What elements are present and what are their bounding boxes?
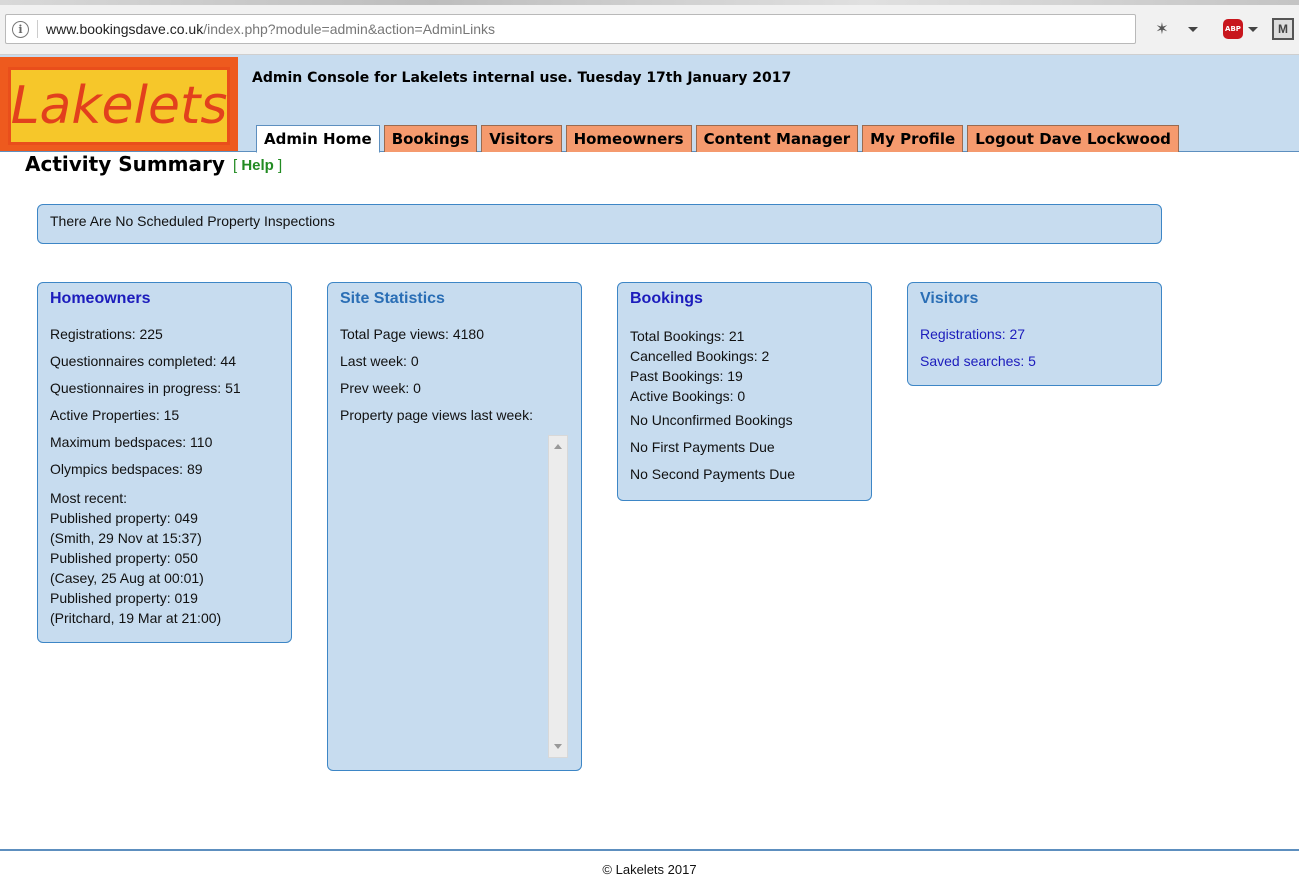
tab-visitors[interactable]: Visitors [481, 125, 562, 152]
recent-property: Published property: 049 [50, 510, 198, 526]
active-properties: Active Properties: 15 [50, 407, 180, 423]
scroll-down-icon[interactable] [554, 744, 562, 749]
total-bookings: Total Bookings: 21 [630, 328, 745, 344]
unconfirmed-bookings: No Unconfirmed Bookings [630, 412, 793, 428]
bookings-panel: Bookings Total Bookings: 21 Cancelled Bo… [617, 282, 872, 501]
tab-bookings[interactable]: Bookings [383, 125, 478, 152]
past-bookings: Past Bookings: 19 [630, 368, 743, 384]
prev-week-views: Prev week: 0 [340, 380, 421, 396]
url-separator [37, 20, 38, 38]
property-views-scrollbar[interactable] [548, 435, 568, 758]
url-path: /index.php?module=admin&action=AdminLink… [203, 21, 496, 37]
site-statistics-panel: Site Statistics Total Page views: 4180 L… [327, 282, 582, 771]
bug-icon[interactable]: ✶ [1151, 18, 1173, 40]
help-link[interactable]: Help [241, 157, 274, 174]
logo-text: Lakelets [10, 76, 228, 136]
maximum-bedspaces: Maximum bedspaces: 110 [50, 434, 213, 450]
most-recent-label: Most recent: [50, 490, 128, 506]
tab-content-manager[interactable]: Content Manager [695, 125, 859, 152]
site-statistics-heading: Site Statistics [340, 290, 445, 307]
header-title: Admin Console for Lakelets internal use.… [252, 70, 792, 86]
scroll-up-icon[interactable] [554, 444, 562, 449]
homeowners-panel: Homeowners Registrations: 225 Questionna… [37, 282, 292, 643]
homeowners-registrations: Registrations: 225 [50, 326, 163, 342]
recent-property-detail: (Smith, 29 Nov at 15:37) [50, 530, 202, 546]
tab-my-profile[interactable]: My Profile [862, 125, 964, 152]
info-icon[interactable]: i [12, 20, 29, 38]
questionnaires-completed: Questionnaires completed: 44 [50, 353, 236, 369]
url-text[interactable]: www.bookingsdave.co.uk/index.php?module=… [46, 21, 495, 37]
tab-logout[interactable]: Logout Dave Lockwood [967, 125, 1179, 152]
chevron-down-icon[interactable] [1186, 18, 1200, 40]
first-payments-due: No First Payments Due [630, 439, 775, 455]
site-header: Lakelets Admin Console for Lakelets inte… [0, 55, 1299, 153]
total-page-views: Total Page views: 4180 [340, 326, 484, 342]
last-week-views: Last week: 0 [340, 353, 419, 369]
footer-copyright: © Lakelets 2017 [602, 862, 697, 877]
recent-property: Published property: 050 [50, 550, 198, 566]
tab-homeowners[interactable]: Homeowners [565, 125, 692, 152]
second-payments-due: No Second Payments Due [630, 466, 795, 482]
property-page-views-label: Property page views last week: [340, 407, 533, 423]
olympics-bedspaces: Olympics bedspaces: 89 [50, 461, 203, 477]
inspections-text: There Are No Scheduled Property Inspecti… [50, 213, 335, 229]
logo-inner: Lakelets [8, 67, 230, 145]
inspections-panel: There Are No Scheduled Property Inspecti… [37, 204, 1162, 244]
bookings-heading: Bookings [630, 290, 703, 307]
visitors-heading: Visitors [920, 290, 979, 307]
bookings-counts: Total Bookings: 21 Cancelled Bookings: 2… [630, 326, 859, 406]
tab-admin-home[interactable]: Admin Home [256, 125, 380, 153]
cancelled-bookings: Cancelled Bookings: 2 [630, 348, 770, 364]
help-bracket-close: ] [273, 157, 283, 174]
chevron-down-icon[interactable] [1247, 18, 1259, 40]
most-recent-list: Most recent: Published property: 049 (Sm… [50, 488, 279, 628]
active-bookings: Active Bookings: 0 [630, 388, 746, 404]
saved-searches-link[interactable]: Saved searches: 5 [920, 353, 1036, 369]
footer-divider [0, 849, 1299, 851]
adblock-icon[interactable]: ABP [1222, 18, 1244, 40]
extension-icon[interactable]: M [1272, 18, 1294, 40]
nav-tabs: Admin Home Bookings Visitors Homeowners … [256, 125, 1183, 153]
help-wrapper: [ Help ] [233, 157, 282, 174]
visitors-panel: Visitors Registrations: 27 Saved searche… [907, 282, 1162, 386]
page-title: Activity Summary [25, 152, 225, 176]
address-bar[interactable]: i www.bookingsdave.co.uk/index.php?modul… [5, 14, 1136, 44]
questionnaires-in-progress: Questionnaires in progress: 51 [50, 380, 241, 396]
browser-tab-strip [0, 0, 1299, 5]
url-host: www.bookingsdave.co.uk [46, 21, 204, 37]
recent-property: Published property: 019 [50, 590, 198, 606]
visitor-registrations-link[interactable]: Registrations: 27 [920, 326, 1025, 342]
homeowners-heading: Homeowners [50, 290, 151, 307]
recent-property-detail: (Casey, 25 Aug at 00:01) [50, 570, 204, 586]
browser-toolbar: i www.bookingsdave.co.uk/index.php?modul… [0, 0, 1299, 55]
logo[interactable]: Lakelets [0, 57, 238, 151]
recent-property-detail: (Pritchard, 19 Mar at 21:00) [50, 610, 222, 626]
